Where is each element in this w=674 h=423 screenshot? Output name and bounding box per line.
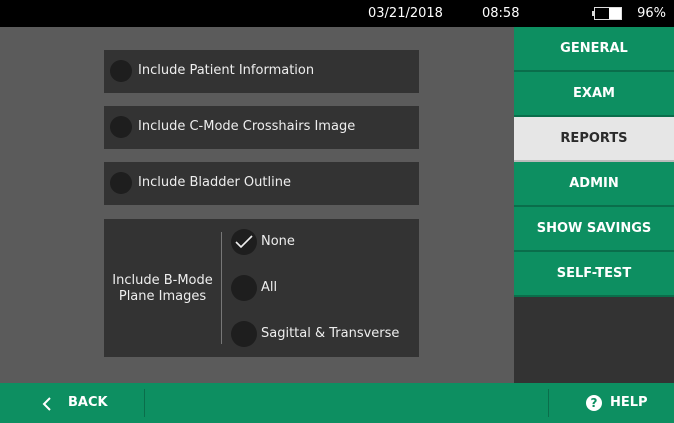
device-screen: 03/21/2018 08:58 96% Include Patient Inf… (0, 0, 674, 423)
option-include-cmode-crosshairs[interactable]: Include C-Mode Crosshairs Image (104, 106, 419, 149)
tab-admin[interactable]: ADMIN (514, 162, 674, 207)
tab-self-test[interactable]: SELF-TEST (514, 252, 674, 297)
option-label: Include C-Mode Crosshairs Image (138, 119, 356, 134)
battery-icon (592, 7, 622, 20)
radio-unchecked-icon[interactable] (231, 275, 257, 301)
option-include-bladder-outline[interactable]: Include Bladder Outline (104, 162, 419, 205)
tab-general[interactable]: GENERAL (514, 27, 674, 72)
group-divider (221, 232, 222, 344)
bottom-bar: BACK ? HELP (0, 383, 674, 423)
help-button[interactable]: ? HELP (549, 383, 674, 423)
help-label: HELP (610, 395, 648, 410)
checkbox-circle-icon[interactable] (110, 172, 132, 194)
battery-fill (608, 8, 621, 19)
tab-reports[interactable]: REPORTS (514, 117, 674, 162)
bmode-plane-images-group: Include B-Mode Plane Images None All Sag… (104, 219, 419, 357)
checkbox-circle-icon[interactable] (110, 116, 132, 138)
status-bar: 03/21/2018 08:58 96% (0, 0, 674, 27)
settings-sidebar: GENERAL EXAM REPORTS ADMIN SHOW SAVINGS … (514, 27, 674, 383)
battery-nub (592, 11, 594, 16)
checkbox-circle-icon[interactable] (110, 60, 132, 82)
option-label: Include Patient Information (138, 63, 315, 78)
chevron-left-icon (42, 397, 51, 411)
footer-divider (144, 389, 145, 417)
tab-show-savings[interactable]: SHOW SAVINGS (514, 207, 674, 252)
status-date: 03/21/2018 (368, 6, 443, 21)
radio-label: All (261, 280, 278, 295)
back-label: BACK (68, 395, 108, 410)
back-button[interactable]: BACK (0, 383, 144, 423)
radio-unchecked-icon[interactable] (231, 321, 257, 347)
radio-checked-icon[interactable] (231, 229, 257, 255)
status-time: 08:58 (482, 6, 520, 21)
radio-label: Sagittal & Transverse (261, 326, 400, 341)
option-include-patient-info[interactable]: Include Patient Information (104, 50, 419, 93)
checkmark-icon (235, 235, 253, 249)
bmode-group-label: Include B-Mode Plane Images (112, 273, 213, 304)
battery-percent: 96% (637, 6, 666, 21)
report-settings-panel: Include Patient Information Include C-Mo… (0, 27, 514, 383)
radio-label: None (261, 234, 295, 249)
tab-exam[interactable]: EXAM (514, 72, 674, 117)
option-label: Include Bladder Outline (138, 175, 291, 190)
question-icon: ? (586, 395, 602, 411)
